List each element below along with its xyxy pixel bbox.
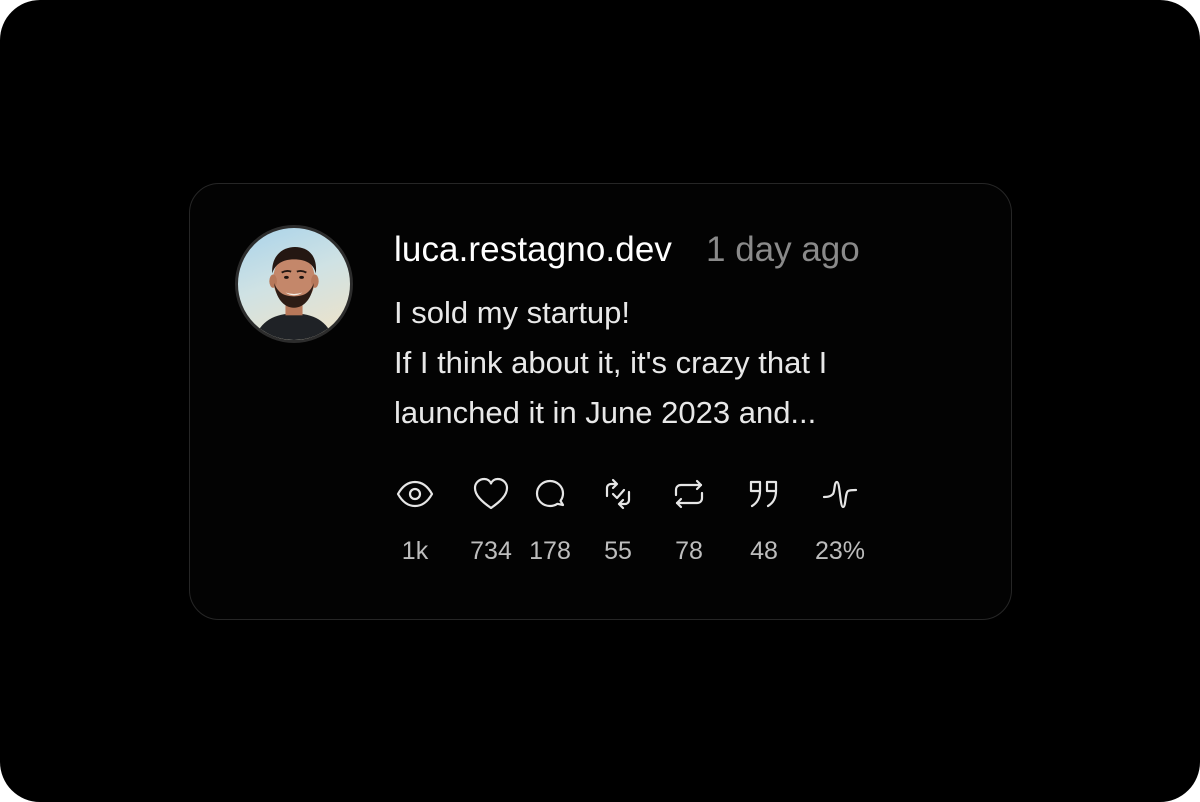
post-body-line: I sold my startup! (394, 295, 631, 330)
post-body: I sold my startup! If I think about it, … (394, 288, 984, 438)
avatar-image (255, 246, 333, 340)
quotes-stat[interactable]: 48 (734, 474, 794, 574)
avatar[interactable] (235, 225, 353, 343)
post-header: luca.restagno.dev 1 day ago (394, 228, 860, 272)
heart-icon (471, 474, 511, 514)
engagement-rate: 23% (814, 537, 866, 565)
repost-check-icon (598, 474, 638, 514)
comment-icon (530, 474, 570, 514)
post-body-line: launched it in June 2023 and... (394, 395, 817, 430)
activity-icon (820, 474, 860, 514)
username[interactable]: luca.restagno.dev (394, 228, 672, 272)
repost-icon (669, 474, 709, 514)
reposts-stat[interactable]: 78 (659, 474, 719, 574)
views-stat[interactable]: 1k (385, 474, 445, 574)
eye-icon (395, 474, 435, 514)
post-body-line: If I think about it, it's crazy that I (394, 345, 828, 380)
post-card[interactable]: luca.restagno.dev 1 day ago I sold my st… (189, 183, 1012, 620)
engagement-stat[interactable]: 23% (810, 474, 870, 574)
quote-icon (744, 474, 784, 514)
app-frame: luca.restagno.dev 1 day ago I sold my st… (0, 0, 1200, 802)
timestamp[interactable]: 1 day ago (706, 228, 860, 272)
